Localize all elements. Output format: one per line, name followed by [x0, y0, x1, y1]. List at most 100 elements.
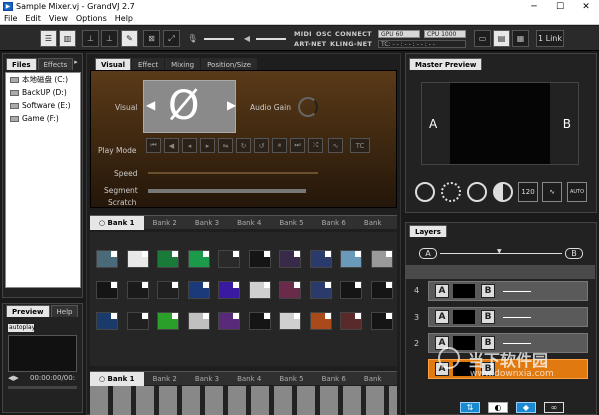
tab-files[interactable]: Files	[6, 58, 37, 70]
osc-label[interactable]: OSC	[316, 30, 332, 38]
clip-slot[interactable]	[370, 312, 393, 330]
tab-bank-7[interactable]: Bank	[355, 216, 391, 230]
crossfader-b-label[interactable]: B	[565, 248, 583, 259]
minimize-button[interactable]: ─	[521, 0, 547, 13]
crossfader-a-label[interactable]: A	[419, 248, 437, 259]
klingnet-label[interactable]: KLING-NET	[330, 40, 372, 48]
play-mode-timecode-button[interactable]: TC	[350, 138, 370, 153]
play-icon[interactable]: ◀▶	[8, 374, 19, 382]
barcode-view-icon[interactable]: ▥	[59, 30, 76, 47]
clip-slot[interactable]	[370, 250, 393, 268]
tab-preview[interactable]: Preview	[6, 305, 50, 317]
tab-bank-4-secondary[interactable]: Bank 4	[228, 372, 270, 386]
clip-slot[interactable]	[248, 250, 271, 268]
midi-label[interactable]: MIDI	[294, 30, 312, 38]
tab-bank-5[interactable]: Bank 5	[270, 216, 312, 230]
layer-a-button[interactable]: A	[435, 284, 449, 298]
tab-bank-2[interactable]: Bank 2	[144, 216, 186, 230]
layer-blend-icon[interactable]: ◐	[488, 402, 508, 413]
layer-row[interactable]: A B	[428, 281, 588, 301]
tab-bank-6[interactable]: Bank 6	[313, 216, 355, 230]
input-gain-slider[interactable]	[204, 38, 234, 40]
clip-slot[interactable]	[279, 250, 301, 268]
list-item[interactable]: Game (F:)	[6, 112, 80, 125]
clip-slot[interactable]	[279, 281, 301, 299]
layer-b-button[interactable]: B	[481, 284, 495, 298]
layer-sync-icon[interactable]: ∞	[544, 402, 564, 413]
clip-slot[interactable]	[248, 312, 271, 330]
layer-opacity-slider[interactable]	[503, 291, 531, 292]
play-mode-back-icon[interactable]: ◀	[164, 138, 179, 153]
menu-view[interactable]: View	[45, 14, 72, 23]
brush-icon[interactable]: ✎	[121, 30, 138, 47]
play-mode-forward-icon[interactable]: ▸	[200, 138, 215, 153]
clip-slot[interactable]	[340, 281, 362, 299]
tab-bank-3[interactable]: Bank 3	[186, 216, 228, 230]
clip-slot[interactable]	[187, 250, 210, 268]
clip-slot[interactable]	[248, 281, 271, 299]
autoplay-toggle[interactable]: autoplay	[8, 324, 35, 332]
clip-slot[interactable]	[340, 312, 362, 330]
tab-mixing[interactable]: Mixing	[165, 58, 201, 70]
clip-slot[interactable]	[187, 312, 210, 330]
clip-slot[interactable]	[279, 312, 301, 330]
tab-bank-5-secondary[interactable]: Bank 5	[270, 372, 312, 386]
clip-slot[interactable]	[126, 312, 149, 330]
fullscreen-icon[interactable]: ⤢	[163, 30, 180, 47]
crossfader-handle-icon[interactable]: ▼	[497, 248, 502, 255]
clip-slot[interactable]	[309, 312, 332, 330]
connect-label[interactable]: CONNECT	[335, 30, 372, 38]
tab-visual[interactable]: Visual	[95, 58, 131, 70]
link-button[interactable]: 1 Link	[536, 30, 564, 47]
play-mode-pingpong-icon[interactable]: ⇋	[218, 138, 233, 153]
menu-help[interactable]: Help	[111, 14, 137, 23]
layout-single-icon[interactable]: ▭	[474, 30, 491, 47]
list-item[interactable]: BackUP (D:)	[6, 86, 80, 99]
clip-slot[interactable]	[309, 250, 332, 268]
preview-scrubber[interactable]	[8, 386, 77, 389]
tab-bank-1[interactable]: ○ Bank 1	[90, 215, 144, 230]
layout-triple-icon[interactable]: ▦	[512, 30, 529, 47]
play-mode-random-icon[interactable]: ⤮	[308, 138, 323, 153]
previous-visual-icon[interactable]: ◀	[146, 98, 155, 112]
clip-slot[interactable]	[96, 281, 118, 299]
contrast-knob[interactable]	[493, 182, 513, 202]
clip-slot[interactable]	[157, 312, 179, 330]
clip-slot[interactable]	[157, 250, 179, 268]
tab-scroll-right-icon[interactable]: ▸	[74, 58, 82, 70]
tab-bank-7-secondary[interactable]: Bank	[355, 372, 391, 386]
layer-opacity-slider[interactable]	[503, 317, 531, 318]
tab-position-size[interactable]: Position/Size	[201, 58, 258, 70]
auto-button[interactable]: AUTO	[567, 182, 587, 202]
layer-b-button[interactable]: B	[481, 310, 495, 324]
clip-slot[interactable]	[370, 281, 393, 299]
x-box-icon[interactable]: ⊠	[143, 30, 160, 47]
list-item[interactable]: Software (E:)	[6, 99, 80, 112]
maximize-button[interactable]: ☐	[547, 0, 573, 13]
tab-layers[interactable]: Layers	[409, 225, 447, 237]
list-item[interactable]: 本地磁盘 (C:)	[6, 73, 80, 86]
play-mode-first-icon[interactable]: ⏮	[146, 138, 161, 153]
clip-slot[interactable]	[218, 281, 240, 299]
mic-icon[interactable]: 🎙	[184, 30, 201, 47]
artnet-label[interactable]: ART-NET	[294, 40, 326, 48]
clip-slot[interactable]	[309, 281, 332, 299]
layout-a-icon[interactable]: ⊥	[82, 30, 99, 47]
play-mode-audio-icon[interactable]: ∿	[328, 138, 343, 153]
layer-opacity-slider[interactable]	[503, 343, 531, 344]
play-mode-reverse-icon[interactable]: ◂	[182, 138, 197, 153]
beat-pulse-icon[interactable]: ∿	[542, 182, 562, 202]
tab-master-preview[interactable]: Master Preview	[409, 58, 483, 70]
play-mode-step-icon[interactable]: ⏭	[290, 138, 305, 153]
clip-slot[interactable]	[218, 250, 240, 268]
layer-link-icon[interactable]: ◆	[516, 402, 536, 413]
clip-slot[interactable]	[96, 312, 118, 330]
clip-slot[interactable]	[126, 250, 149, 268]
clip-slot[interactable]	[218, 312, 240, 330]
menu-edit[interactable]: Edit	[21, 14, 45, 23]
menu-file[interactable]: File	[0, 14, 21, 23]
tab-bank-2-secondary[interactable]: Bank 2	[144, 372, 186, 386]
tab-bank-4[interactable]: Bank 4	[228, 216, 270, 230]
master-volume-knob[interactable]	[415, 182, 435, 202]
layer-a-button[interactable]: A	[435, 310, 449, 324]
